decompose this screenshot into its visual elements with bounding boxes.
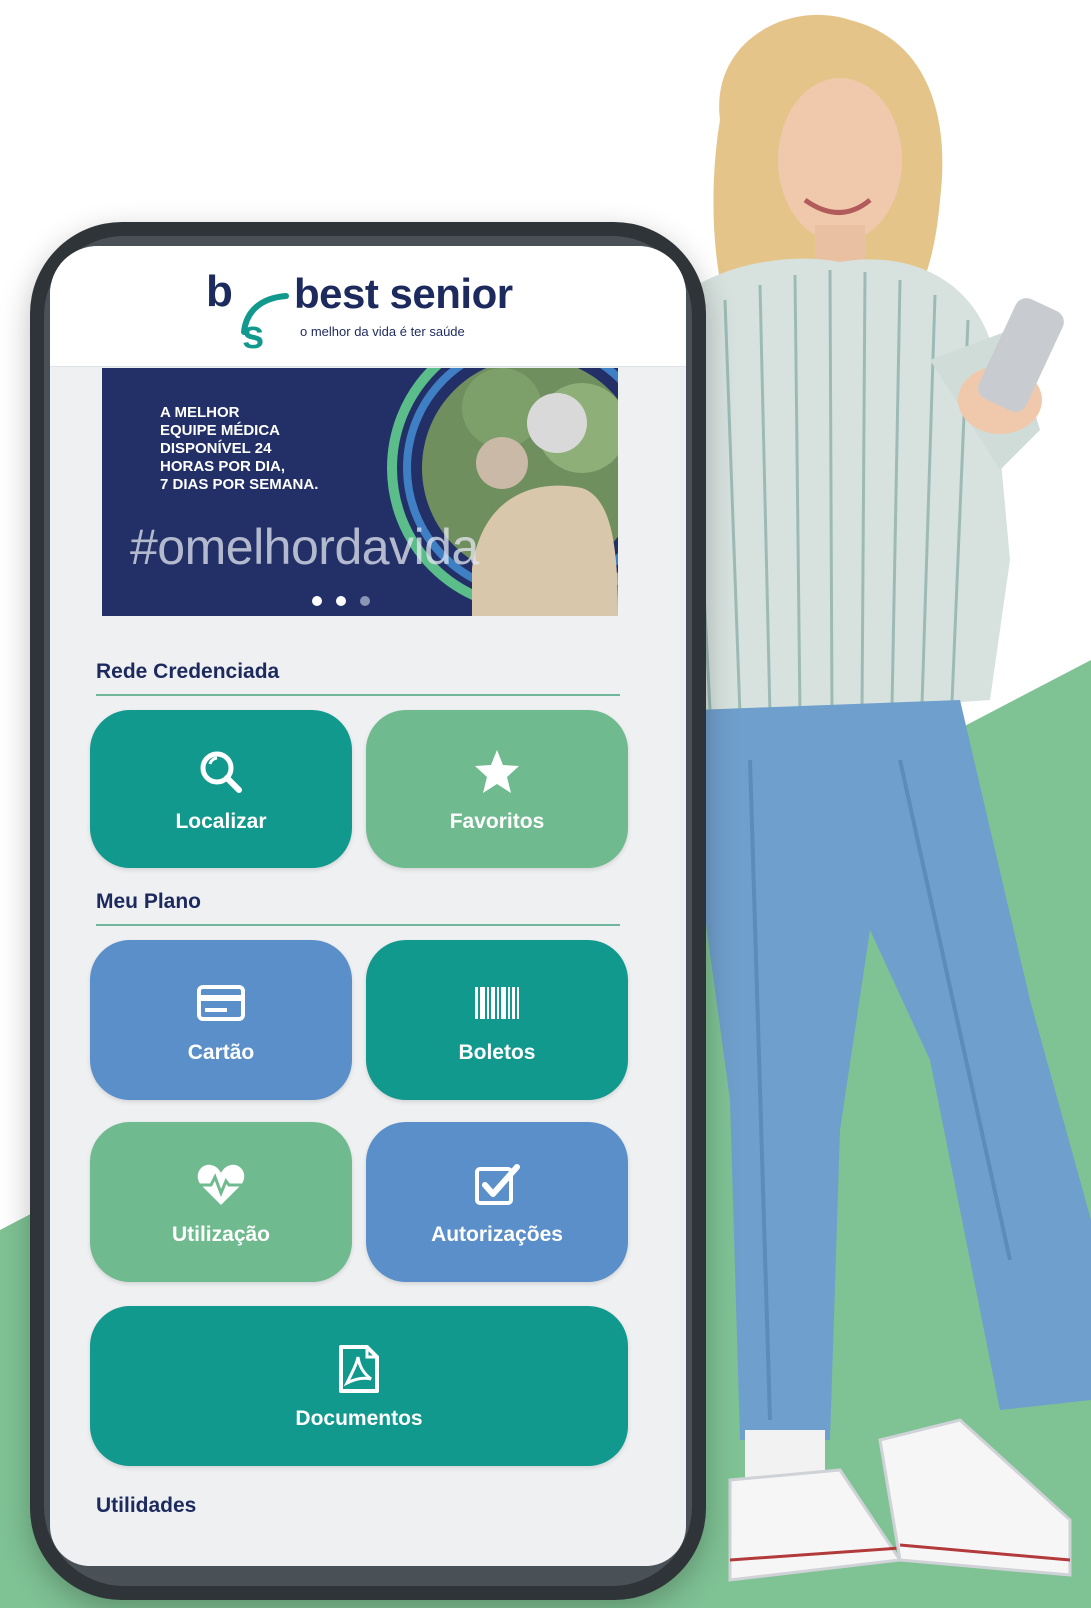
section-title-utilidades: Utilidades: [96, 1494, 197, 1517]
section-divider: [96, 924, 620, 926]
svg-text:b: b: [206, 267, 233, 316]
app-screen: b s best senior o melhor da vida é ter s…: [50, 246, 686, 1566]
banner-line: EQUIPE MÉDICA: [160, 422, 281, 439]
search-icon: [200, 751, 242, 793]
pdf-icon: [339, 1345, 379, 1393]
utilizacao-button[interactable]: Utilização: [90, 1122, 352, 1282]
documentos-label: Documentos: [295, 1407, 423, 1430]
banner-line: 7 DIAS POR SEMANA.: [160, 476, 319, 493]
banner-line: HORAS POR DIA,: [160, 458, 286, 475]
section-title-rede-credenciada: Rede Credenciada: [96, 660, 280, 683]
localizar-button[interactable]: Localizar: [90, 710, 352, 868]
cartao-label: Cartão: [187, 1041, 255, 1064]
section-divider: [96, 694, 620, 696]
section-title-meu-plano: Meu Plano: [96, 890, 202, 913]
star-icon: [475, 750, 519, 793]
utilizacao-label: Utilização: [171, 1223, 271, 1246]
banner-photo: [387, 368, 618, 616]
heartbeat-icon: [197, 1164, 245, 1205]
banner-line: DISPONÍVEL 24: [160, 440, 272, 457]
best-senior-logo-icon: b s: [206, 267, 289, 352]
cartao-button[interactable]: Cartão: [90, 940, 352, 1100]
brand-tagline: o melhor da vida é ter saúde: [300, 324, 465, 339]
carousel-dot[interactable]: [336, 596, 346, 606]
banner-text: A MELHOR EQUIPE MÉDICA DISPONÍVEL 24 HOR…: [160, 404, 360, 494]
checkbox-icon: [475, 1164, 520, 1205]
boletos-button[interactable]: Boletos: [366, 940, 628, 1100]
boletos-label: Boletos: [458, 1041, 536, 1064]
promo-banner[interactable]: A MELHOR EQUIPE MÉDICA DISPONÍVEL 24 HOR…: [102, 368, 618, 616]
card-icon: [197, 985, 245, 1021]
banner-hashtag: #omelhordavida: [130, 519, 479, 575]
barcode-icon: [475, 987, 519, 1019]
autorizacoes-button[interactable]: Autorizações: [366, 1122, 628, 1282]
carousel-dot[interactable]: [360, 596, 370, 606]
favoritos-label: Favoritos: [449, 810, 545, 833]
documentos-button[interactable]: Documentos: [90, 1306, 628, 1466]
brand-name: best senior: [294, 270, 513, 317]
carousel-dot[interactable]: [312, 596, 322, 606]
favoritos-button[interactable]: Favoritos: [366, 710, 628, 868]
app-header: b s best senior o melhor da vida é ter s…: [50, 246, 686, 367]
carousel-dots: [312, 596, 370, 606]
localizar-label: Localizar: [175, 810, 267, 833]
autorizacoes-label: Autorizações: [431, 1223, 563, 1246]
banner-line: A MELHOR: [160, 404, 240, 421]
svg-text:s: s: [242, 313, 264, 352]
